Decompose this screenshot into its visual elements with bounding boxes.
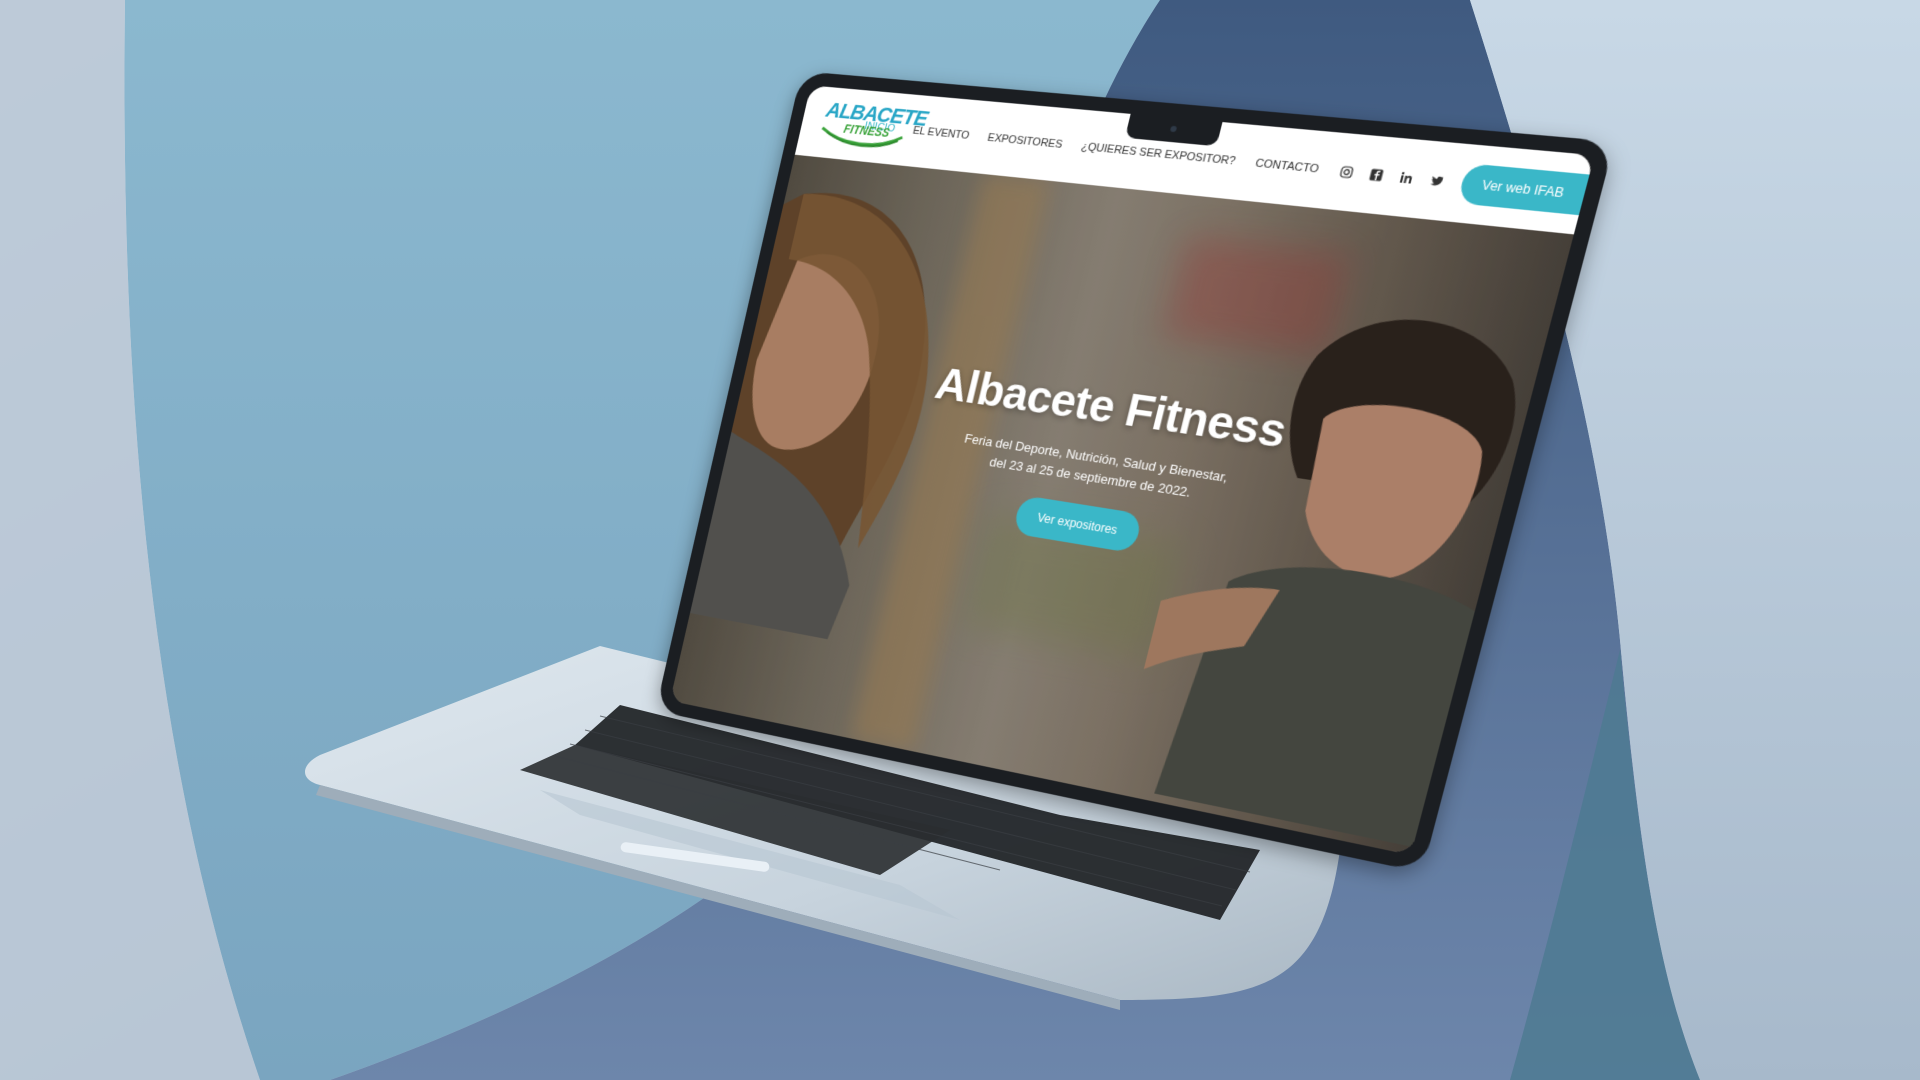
nav-contacto[interactable]: CONTACTO [1254,157,1320,175]
albacete-fitness-logo[interactable]: ALBACETE FITNESS [812,93,930,151]
instagram-icon[interactable] [1338,164,1356,180]
facebook-icon[interactable] [1367,167,1386,183]
laptop-lid: ALBACETE FITNESS INICIO EL EVENTO EXPOSI… [655,71,1615,873]
nav-expositores[interactable]: EXPOSITORES [986,132,1063,151]
social-links [1338,164,1447,189]
nav-quieres-ser-expositor[interactable]: ¿QUIERES SER EXPOSITOR? [1080,141,1237,168]
hero-section: Albacete Fitness Feria del Deporte, Nutr… [669,154,1574,856]
main-nav: INICIO EL EVENTO EXPOSITORES ¿QUIERES SE… [863,120,1320,175]
twitter-icon[interactable] [1428,173,1447,189]
ver-web-ifab-button[interactable]: Ver web IFAB [1457,163,1590,216]
camera-icon [1169,125,1178,133]
browser-viewport: ALBACETE FITNESS INICIO EL EVENTO EXPOSI… [669,85,1595,856]
linkedin-icon[interactable] [1397,170,1416,186]
